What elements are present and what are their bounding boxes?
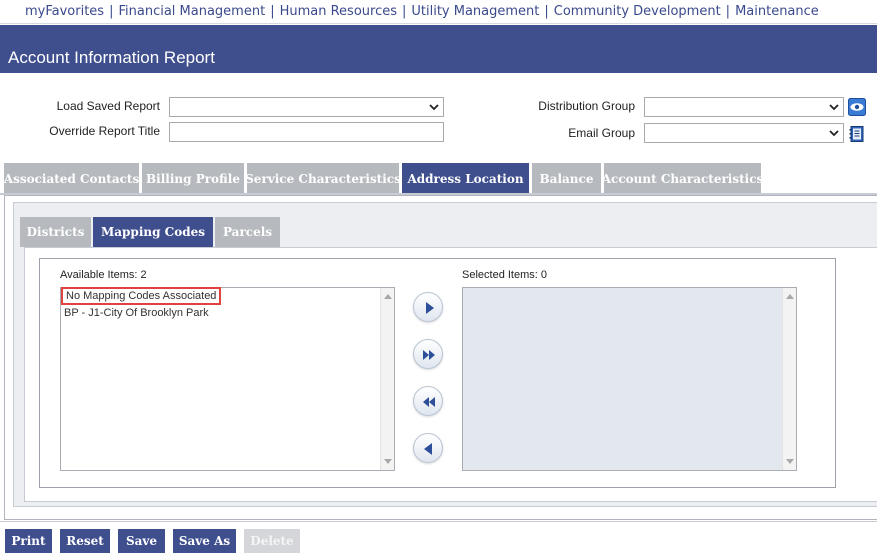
- distribution-group-label: Distribution Group: [538, 99, 635, 113]
- double-arrow-left-icon: [423, 397, 435, 407]
- report-form: Load Saved Report Override Report Title …: [0, 73, 877, 161]
- selected-list-scrollbar[interactable]: [782, 288, 796, 470]
- selected-items-list[interactable]: [462, 287, 797, 471]
- tab-balance[interactable]: Balance: [532, 163, 601, 194]
- double-arrow-right-icon: [423, 350, 435, 360]
- top-nav-items: myFavorites | Financial Management | Human R…: [25, 4, 819, 19]
- nav-human-resources[interactable]: Human Resources: [280, 4, 397, 19]
- nav-maintenance[interactable]: Maintenance: [735, 4, 819, 19]
- email-group-select[interactable]: [644, 123, 844, 143]
- nav-myfavorites[interactable]: myFavorites: [25, 4, 104, 19]
- tab-associated-contacts[interactable]: Associated Contacts: [4, 163, 139, 194]
- selected-items-label: Selected Items: 0: [462, 269, 547, 281]
- nav-community-development[interactable]: Community Development: [554, 4, 721, 19]
- tab-service-characteristics[interactable]: Service Characteristics: [245, 163, 401, 194]
- top-nav: myFavorites | Financial Management | Human R…: [0, 0, 877, 24]
- save-as-button[interactable]: Save As: [173, 529, 236, 553]
- override-report-title-input[interactable]: [169, 122, 444, 142]
- subtab-districts[interactable]: Districts: [20, 217, 91, 247]
- nav-financial-management[interactable]: Financial Management: [118, 4, 265, 19]
- reset-button[interactable]: Reset: [60, 529, 110, 553]
- delete-button: Delete: [244, 529, 300, 553]
- nav-utility-management[interactable]: Utility Management: [411, 4, 539, 19]
- email-group-label: Email Group: [568, 126, 635, 140]
- bottom-divider: [0, 521, 877, 522]
- available-items-list[interactable]: No Mapping Codes Associated BP - J1-City…: [60, 287, 395, 471]
- move-all-left-button[interactable]: [413, 386, 443, 416]
- page-title: Account Information Report: [8, 48, 215, 67]
- move-all-right-button[interactable]: [413, 339, 443, 369]
- chevron-down-icon: [829, 104, 839, 111]
- load-saved-report-select[interactable]: [169, 97, 444, 117]
- print-button[interactable]: Print: [5, 529, 52, 553]
- subtab-parcels[interactable]: Parcels: [215, 217, 280, 247]
- nav-separator: |: [109, 4, 114, 19]
- chevron-down-icon: [429, 104, 439, 111]
- address-location-panel: Districts Mapping Codes Parcels Availabl…: [4, 195, 877, 520]
- scroll-down-icon[interactable]: [384, 459, 392, 465]
- main-tabs: Associated Contacts Billing Profile Serv…: [0, 163, 877, 195]
- override-report-title-label: Override Report Title: [49, 124, 160, 138]
- tab-address-location[interactable]: Address Location: [402, 163, 529, 194]
- chevron-down-icon: [829, 130, 839, 137]
- tab-billing-profile[interactable]: Billing Profile: [142, 163, 244, 194]
- nav-separator: |: [270, 4, 275, 19]
- sub-tab-area: Districts Mapping Codes Parcels Availabl…: [13, 202, 877, 507]
- item-picker: Available Items: 2 Selected Items: 0 No …: [39, 258, 836, 488]
- address-book-icon[interactable]: [848, 125, 866, 143]
- arrow-right-icon: [426, 302, 434, 314]
- mapping-codes-panel: Available Items: 2 Selected Items: 0 No …: [24, 247, 877, 502]
- nav-separator: |: [401, 4, 407, 19]
- move-right-button[interactable]: [413, 292, 443, 322]
- scroll-down-icon[interactable]: [786, 459, 794, 465]
- save-button[interactable]: Save: [118, 529, 165, 553]
- scroll-up-icon[interactable]: [384, 293, 392, 299]
- distribution-group-select[interactable]: [644, 97, 844, 117]
- tab-account-characteristics[interactable]: Account Characteristics: [602, 163, 763, 194]
- available-list-scrollbar[interactable]: [380, 288, 394, 470]
- scroll-up-icon[interactable]: [786, 293, 794, 299]
- available-items-label: Available Items: 2: [60, 269, 147, 281]
- nav-separator: |: [725, 4, 731, 19]
- eye-icon[interactable]: [848, 98, 866, 116]
- nav-separator: |: [544, 4, 549, 19]
- load-saved-report-label: Load Saved Report: [56, 99, 160, 113]
- page-header: Account Information Report: [0, 25, 877, 73]
- move-left-button[interactable]: [413, 433, 443, 463]
- arrow-left-icon: [424, 443, 432, 455]
- list-item-brooklyn-park[interactable]: BP - J1-City Of Brooklyn Park: [64, 307, 209, 319]
- list-item-no-mapping-codes[interactable]: No Mapping Codes Associated: [60, 287, 222, 305]
- subtab-mapping-codes[interactable]: Mapping Codes: [93, 217, 213, 247]
